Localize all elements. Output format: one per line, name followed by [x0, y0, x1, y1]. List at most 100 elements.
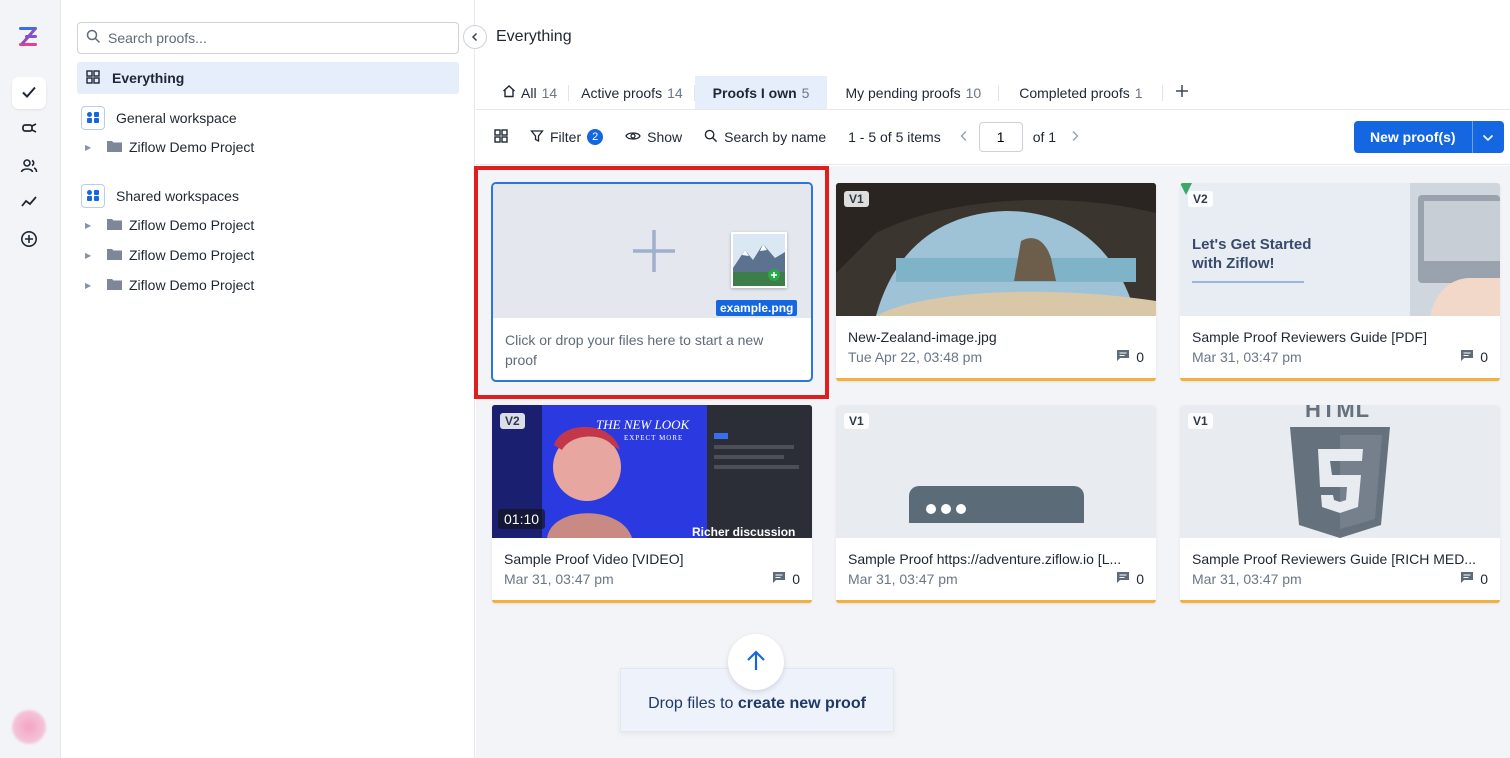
- create-nav-button[interactable]: [12, 224, 46, 256]
- proof-grid: example.png Click or drop your files her…: [476, 166, 1510, 758]
- proof-card[interactable]: THE NEW LOOK EXPECT MORE Richer discussi…: [492, 405, 812, 603]
- folder-icon: [107, 217, 122, 233]
- comment-count-value: 0: [1480, 349, 1488, 365]
- proof-card[interactable]: V1 Sample Proof https://adventure.ziflow…: [836, 405, 1156, 603]
- tab-label: Active proofs: [581, 84, 663, 101]
- proof-card[interactable]: V1 New-Zealand-image.jpg Tue Apr 22, 03:…: [836, 183, 1156, 381]
- page-input[interactable]: [978, 122, 1023, 152]
- tab-all[interactable]: All 14: [490, 76, 570, 109]
- proofs-nav-button[interactable]: [12, 77, 46, 109]
- thumbnail-heading: Let's Get Started with Ziflow!: [1192, 236, 1312, 272]
- sidebar-item-everything[interactable]: Everything: [77, 62, 459, 94]
- tab-label: Completed proofs: [1019, 84, 1130, 101]
- collapse-sidebar-button[interactable]: [463, 25, 487, 49]
- filter-count-badge: 2: [587, 129, 604, 145]
- caret-right-icon[interactable]: ▶: [85, 281, 97, 290]
- tab-bar: All 14 Active proofs 14 Proofs I own 5 M…: [476, 76, 1510, 110]
- proof-card[interactable]: HTML V1 Sample Proof Reviewers Guide [RI…: [1180, 405, 1500, 603]
- shared-workspaces-header[interactable]: Shared workspaces: [81, 184, 239, 208]
- tab-completed-proofs[interactable]: Completed proofs 1: [999, 76, 1163, 109]
- comment-icon: [1460, 571, 1474, 587]
- sidebar-item-label: Everything: [112, 70, 185, 86]
- chevron-left-icon[interactable]: [959, 129, 969, 145]
- project-item[interactable]: ▶ Ziflow Demo Project: [85, 217, 254, 233]
- caret-right-icon[interactable]: ▶: [85, 251, 97, 260]
- general-workspace-header[interactable]: General workspace: [81, 106, 237, 130]
- folder-icon: [107, 247, 122, 263]
- comment-count-value: 0: [1136, 571, 1144, 587]
- comment-count[interactable]: 0: [1460, 571, 1488, 587]
- comment-count[interactable]: 0: [1116, 571, 1144, 587]
- search-box[interactable]: [77, 22, 459, 54]
- version-badge: V1: [1188, 413, 1213, 429]
- tab-label: All: [521, 84, 537, 101]
- plus-circle-icon: [20, 230, 38, 251]
- drop-text-bold: create new proof: [737, 695, 866, 712]
- proof-date: Mar 31, 03:47 pm: [848, 571, 958, 587]
- trend-icon: [20, 193, 38, 214]
- project-item[interactable]: ▶ Ziflow Demo Project: [85, 139, 254, 155]
- chevron-right-icon[interactable]: [1070, 129, 1080, 145]
- comment-count[interactable]: 0: [1116, 349, 1144, 365]
- tab-count: 14: [667, 84, 683, 101]
- home-icon: [502, 84, 516, 101]
- dragged-file-thumbnail: [731, 232, 787, 288]
- avatar[interactable]: [12, 710, 46, 744]
- proof-date: Tue Apr 22, 03:48 pm: [848, 349, 983, 365]
- people-nav-button[interactable]: [12, 151, 46, 183]
- drop-upload-indicator: [728, 634, 784, 690]
- toolbar: Filter 2 Show Search by name 1 - 5 of 5 …: [476, 110, 1510, 165]
- ziflow-logo[interactable]: [17, 26, 41, 48]
- proof-date: Mar 31, 03:47 pm: [1192, 349, 1302, 365]
- add-tab-button[interactable]: [1163, 76, 1201, 109]
- plus-icon: [631, 228, 677, 277]
- comment-count-value: 0: [792, 571, 800, 587]
- chevron-down-icon: [1482, 129, 1494, 145]
- upload-dropzone-card[interactable]: example.png Click or drop your files her…: [491, 182, 813, 382]
- filter-button[interactable]: Filter 2: [530, 129, 604, 146]
- filter-icon: [530, 129, 544, 146]
- search-input[interactable]: [108, 30, 438, 46]
- workspace-label: General workspace: [116, 110, 237, 126]
- tab-count: 5: [801, 84, 810, 101]
- proof-date: Mar 31, 03:47 pm: [1192, 571, 1302, 587]
- proof-thumbnail: HTML V1: [1180, 405, 1500, 538]
- project-item[interactable]: ▶ Ziflow Demo Project: [85, 277, 254, 293]
- page-title: Everything: [496, 28, 572, 45]
- proof-title: Sample Proof https://adventure.ziflow.io…: [848, 551, 1122, 567]
- search-icon: [86, 29, 101, 47]
- left-rail: [0, 0, 61, 758]
- filter-label: Filter: [550, 129, 582, 145]
- comment-icon: [1116, 571, 1130, 587]
- workspace-icon: [81, 106, 105, 130]
- project-label: Ziflow Demo Project: [129, 277, 255, 293]
- tab-active-proofs[interactable]: Active proofs 14: [569, 76, 695, 109]
- version-badge: V2: [1188, 191, 1213, 207]
- version-badge: V1: [844, 413, 869, 429]
- campaigns-nav-button[interactable]: [12, 113, 46, 145]
- video-duration: 01:10: [498, 509, 546, 529]
- version-badge: V1: [844, 191, 869, 207]
- project-label: Ziflow Demo Project: [129, 139, 255, 155]
- tab-label: My pending proofs: [845, 84, 961, 101]
- grid-icon: [494, 128, 508, 146]
- comment-count[interactable]: 0: [772, 571, 800, 587]
- tab-proofs-i-own[interactable]: Proofs I own 5: [694, 76, 828, 109]
- caret-right-icon[interactable]: ▶: [85, 143, 97, 152]
- tab-count: 10: [965, 84, 982, 101]
- tab-my-pending-proofs[interactable]: My pending proofs 10: [827, 76, 999, 109]
- thumbnail-heading: HTML: [1305, 405, 1371, 422]
- comment-count[interactable]: 0: [1460, 349, 1488, 365]
- new-proof-dropdown-button[interactable]: [1471, 121, 1504, 153]
- project-item[interactable]: ▶ Ziflow Demo Project: [85, 247, 254, 263]
- analytics-nav-button[interactable]: [12, 187, 46, 219]
- drop-text-prefix: Drop files to: [648, 695, 738, 712]
- eye-icon: [625, 129, 641, 145]
- new-proof-button[interactable]: New proof(s): [1354, 121, 1472, 153]
- view-toggle-button[interactable]: [494, 128, 508, 146]
- search-by-name-button[interactable]: Search by name: [704, 129, 826, 146]
- proof-card[interactable]: Let's Get Started with Ziflow! V2 Sample…: [1180, 183, 1500, 381]
- proof-title: Sample Proof Reviewers Guide [PDF]: [1192, 329, 1427, 345]
- caret-right-icon[interactable]: ▶: [85, 221, 97, 230]
- show-button[interactable]: Show: [625, 129, 682, 145]
